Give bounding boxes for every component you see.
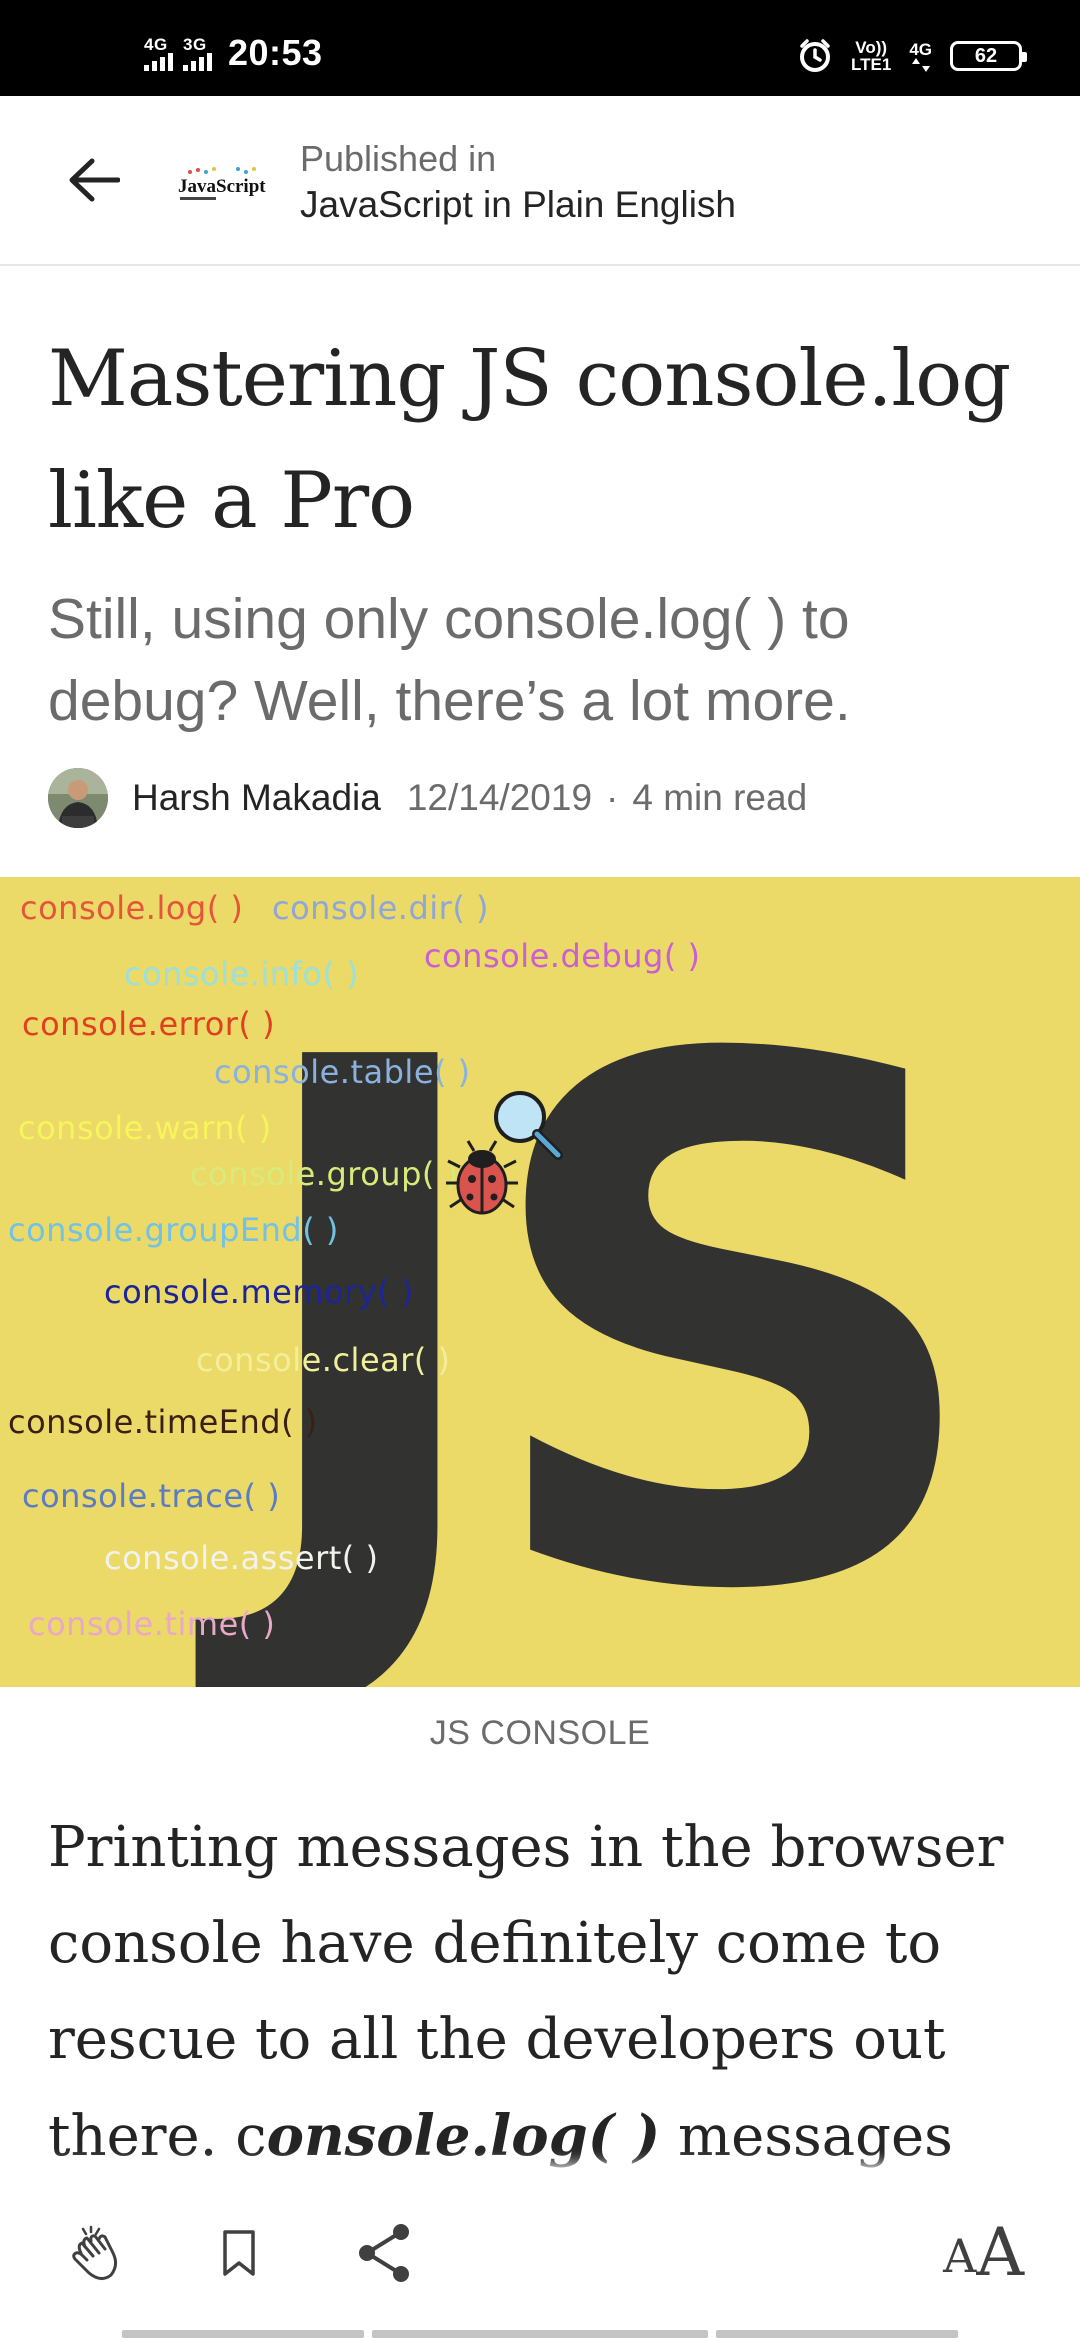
article-title: Mastering JS console.log like a Pro bbox=[48, 334, 1011, 546]
console-memory-label: console.memory( ) bbox=[104, 1273, 414, 1311]
share-button[interactable] bbox=[350, 2218, 420, 2288]
font-big-glyph: A bbox=[976, 2214, 1024, 2291]
bottom-toolbar: A A bbox=[0, 2170, 1080, 2340]
console-log-label: console.log( ) bbox=[20, 889, 244, 927]
publication-logo[interactable]: JavaScript bbox=[176, 154, 270, 208]
image-caption: JS CONSOLE bbox=[429, 1714, 651, 1752]
sim2-label: 3G bbox=[183, 34, 207, 54]
sim2-signal: 3G bbox=[183, 36, 212, 71]
console-dir-label: console.dir( ) bbox=[272, 889, 489, 927]
author-name[interactable]: Harsh Makadia bbox=[132, 777, 381, 819]
back-arrow-icon bbox=[69, 158, 120, 202]
status-left: 4G 3G 20:53 bbox=[144, 32, 323, 74]
console-time-label: console.time( ) bbox=[28, 1605, 276, 1643]
nav-indicator-center[interactable] bbox=[372, 2330, 708, 2338]
battery-icon: 62 bbox=[950, 41, 1027, 71]
font-small-glyph: A bbox=[943, 2229, 977, 2283]
console-info-label: console.info( ) bbox=[124, 955, 360, 993]
network-label: 4G bbox=[909, 39, 932, 59]
battery-level: 62 bbox=[974, 44, 998, 67]
console-error-label: console.error( ) bbox=[22, 1005, 276, 1043]
meta-separator: · bbox=[606, 777, 619, 818]
console-trace-label: console.trace( ) bbox=[22, 1477, 281, 1515]
console-clear-label: console.clear( ) bbox=[196, 1341, 451, 1379]
publication-info[interactable]: Published in JavaScript in Plain English bbox=[300, 136, 736, 228]
network-indicator: 4G bbox=[909, 41, 932, 72]
publication-name[interactable]: JavaScript in Plain English bbox=[300, 182, 736, 228]
console-table-label: console.table( ) bbox=[214, 1053, 471, 1091]
volte-indicator: Vo)) LTE1 bbox=[851, 39, 891, 73]
bug-magnifier-icon bbox=[446, 1091, 563, 1215]
bookmark-icon bbox=[223, 2230, 255, 2276]
font-size-button[interactable]: A A bbox=[943, 2220, 1024, 2286]
console-groupend-label: console.groupEnd( ) bbox=[8, 1211, 339, 1249]
signal-bars-icon bbox=[144, 52, 173, 71]
author-avatar[interactable] bbox=[48, 768, 108, 828]
volte-label: Vo)) bbox=[855, 38, 888, 57]
console-group-label: console.group( ) bbox=[190, 1155, 459, 1193]
status-bar: 4G 3G 20:53 Vo)) LTE1 4G 62 bbox=[0, 0, 1080, 96]
published-in-label: Published in bbox=[300, 138, 497, 179]
alarm-icon bbox=[800, 39, 830, 72]
back-button[interactable] bbox=[62, 148, 126, 212]
system-nav-bar bbox=[0, 2330, 1080, 2340]
bookmark-button[interactable] bbox=[204, 2218, 274, 2288]
logo-text: JavaScript bbox=[178, 176, 266, 197]
nav-indicator-left[interactable] bbox=[122, 2330, 364, 2338]
nav-indicator-right[interactable] bbox=[716, 2330, 958, 2338]
body-code-emphasis: onsole.log( ) bbox=[266, 2103, 661, 2169]
read-time: 4 min read bbox=[632, 777, 808, 818]
lte-label: LTE1 bbox=[851, 55, 892, 74]
clap-button[interactable] bbox=[62, 2218, 132, 2288]
sim1-signal: 4G bbox=[144, 36, 173, 71]
hero-image[interactable]: JS console.log( ) console.dir( ) console… bbox=[0, 877, 1080, 1687]
console-debug-label: console.debug( ) bbox=[424, 937, 701, 975]
console-assert-label: console.assert( ) bbox=[104, 1539, 379, 1577]
clock: 20:53 bbox=[228, 32, 323, 73]
signal-bars-icon bbox=[183, 52, 212, 71]
status-right: Vo)) LTE1 4G 62 bbox=[797, 38, 1027, 74]
sim1-label: 4G bbox=[144, 34, 168, 54]
article-subtitle: Still, using only console.log( ) to debu… bbox=[48, 587, 851, 733]
post-date: 12/14/2019 bbox=[406, 777, 593, 818]
data-arrows-icon bbox=[911, 57, 930, 72]
console-warn-label: console.warn( ) bbox=[18, 1109, 272, 1147]
app-header: JavaScript Published in JavaScript in Pl… bbox=[0, 96, 1080, 266]
author-row: Harsh Makadia 12/14/2019 · 4 min read bbox=[48, 768, 807, 828]
console-timeend-label: console.timeEnd( ) bbox=[8, 1403, 318, 1441]
share-icon bbox=[359, 2224, 409, 2282]
clap-icon bbox=[72, 2225, 118, 2280]
